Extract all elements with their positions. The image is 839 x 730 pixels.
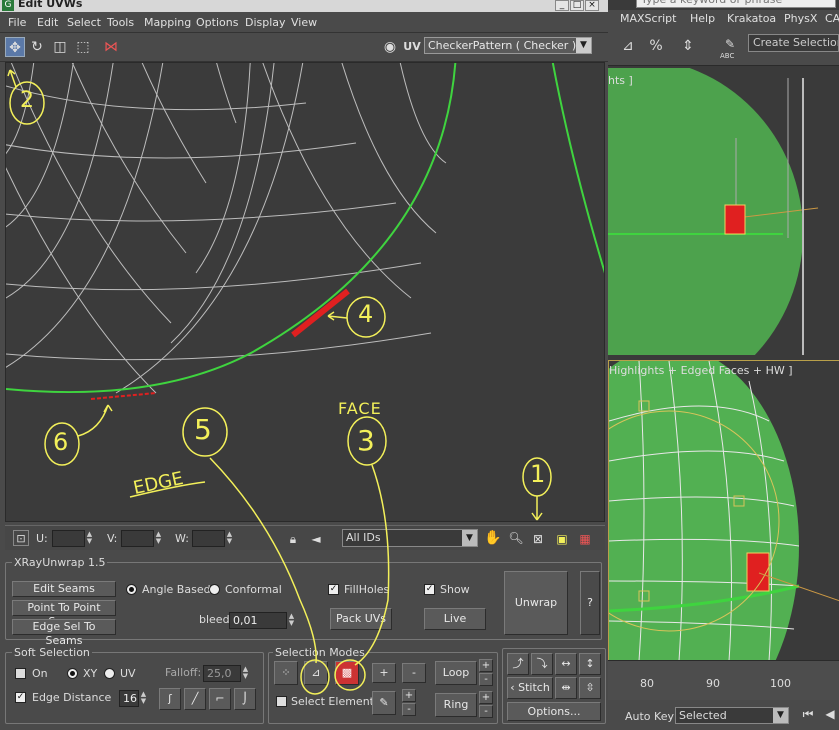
annotation-5: 5 <box>194 413 212 446</box>
annotation-2: 2 <box>20 88 34 113</box>
annotation-overlay <box>7 69 552 695</box>
annotation-3: 3 <box>357 424 375 457</box>
annotation-4: 4 <box>358 300 374 328</box>
annotation-6: 6 <box>53 428 69 456</box>
annotation-face: FACE <box>338 399 382 418</box>
annotation-1: 1 <box>530 460 546 488</box>
